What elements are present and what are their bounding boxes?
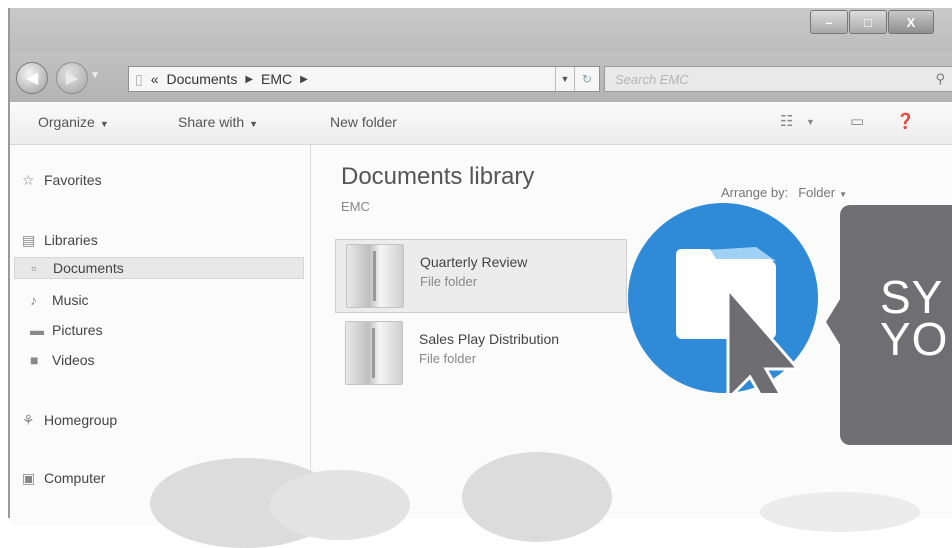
cloud-decoration [760, 492, 920, 532]
maximize-button[interactable]: □ [849, 10, 887, 34]
address-dropdown-button[interactable]: ▼ [555, 67, 574, 91]
library-icon: ▤ [22, 231, 36, 248]
minimize-button[interactable]: – [810, 10, 848, 34]
cloud-decoration [462, 452, 612, 542]
homegroup-icon: ⚘ [22, 411, 35, 428]
share-with-label: Share with [178, 114, 245, 130]
breadcrumb-overflow[interactable]: « [151, 71, 159, 87]
organize-button[interactable]: Organize ▼ [38, 114, 109, 130]
organize-label: Organize [38, 114, 95, 130]
folder-cursor-icon [676, 247, 802, 417]
nav-music-label: Music [52, 292, 89, 308]
chevron-down-icon: ▼ [99, 119, 109, 129]
nav-favorites-label: Favorites [44, 172, 102, 188]
chevron-right-icon[interactable]: ▶ [245, 74, 253, 85]
nav-pictures[interactable]: ▬ Pictures [30, 319, 103, 341]
close-button[interactable]: X [888, 10, 934, 34]
nav-computer[interactable]: ▣ Computer [22, 467, 105, 489]
address-bar[interactable]: ▯ « Documents ▶ EMC ▶ ▼ ↻ [128, 66, 600, 92]
breadcrumb-emc[interactable]: EMC [261, 71, 292, 87]
preview-pane-icon[interactable]: ▭ [850, 112, 864, 130]
nav-music[interactable]: ♪ Music [30, 289, 89, 311]
search-input[interactable]: Search EMC ⚲ [604, 66, 952, 92]
refresh-icon[interactable]: ↻ [574, 67, 599, 91]
nav-favorites[interactable]: ☆ Favorites [22, 169, 102, 191]
file-type: File folder [420, 274, 478, 289]
arrange-value: Folder [798, 185, 836, 200]
document-icon: ▫ [31, 260, 36, 276]
forward-button[interactable]: ▶ [56, 62, 88, 94]
arrange-label: Arrange by: [721, 185, 789, 200]
help-icon[interactable]: ❓ [896, 112, 915, 130]
nav-homegroup-label: Homegroup [44, 412, 118, 428]
file-name: Sales Play Distribution [419, 331, 560, 347]
nav-computer-label: Computer [44, 470, 106, 486]
command-bar: Organize ▼ Share with ▼ New folder ☷ ▼ ▭ ❓ [10, 102, 952, 145]
views-dropdown-icon[interactable]: ▼ [806, 117, 815, 127]
arrange-by: Arrange by: Folder ▼ [721, 185, 847, 200]
title-bar: – □ X [10, 8, 952, 52]
chevron-down-icon: ▼ [249, 119, 259, 129]
chevron-down-icon: ▼ [839, 190, 847, 199]
star-icon: ☆ [22, 171, 35, 188]
library-subtitle: EMC [341, 199, 370, 214]
file-item[interactable]: Sales Play Distribution File folder [335, 317, 625, 389]
folder-icon: ▯ [135, 70, 143, 87]
videos-icon: ■ [30, 352, 39, 368]
search-placeholder: Search EMC [615, 71, 689, 87]
folder-icon [346, 244, 404, 308]
computer-icon: ▣ [22, 469, 36, 486]
breadcrumb-documents[interactable]: Documents [167, 71, 238, 87]
chevron-right-icon[interactable]: ▶ [300, 74, 308, 85]
nav-documents-label: Documents [53, 260, 124, 276]
sync-folder-badge [628, 203, 818, 417]
recent-pages-dropdown[interactable]: ▼ [90, 70, 100, 81]
arrange-dropdown[interactable]: Folder ▼ [798, 185, 847, 200]
music-icon: ♪ [30, 292, 37, 308]
nav-documents[interactable]: ▫ Documents [14, 257, 304, 279]
nav-videos[interactable]: ■ Videos [30, 349, 95, 371]
window-controls: – □ X [810, 10, 934, 34]
search-icon[interactable]: ⚲ [935, 71, 945, 87]
nav-libraries-label: Libraries [44, 232, 98, 248]
back-icon: ◀ [25, 70, 39, 87]
file-type: File folder [419, 351, 477, 366]
share-with-button[interactable]: Share with ▼ [178, 114, 258, 130]
views-icon[interactable]: ☷ [780, 112, 793, 130]
new-folder-button[interactable]: New folder [330, 114, 397, 130]
forward-icon: ▶ [65, 70, 79, 87]
nav-homegroup[interactable]: ⚘ Homegroup [22, 409, 117, 431]
nav-libraries[interactable]: ▤ Libraries [22, 229, 98, 251]
library-title: Documents library [341, 163, 535, 190]
folder-icon [345, 321, 403, 385]
cloud-decoration [270, 470, 410, 540]
nav-pictures-label: Pictures [52, 322, 103, 338]
back-button[interactable]: ◀ [16, 62, 48, 94]
file-item[interactable]: Quarterly Review File folder [335, 239, 627, 313]
pictures-icon: ▬ [30, 322, 44, 338]
file-name: Quarterly Review [420, 254, 528, 270]
promo-callout-text: SY YO [880, 271, 949, 365]
address-row: ◀ ▶ ▼ ▯ « Documents ▶ EMC ▶ ▼ ↻ Search E… [10, 52, 952, 102]
nav-videos-label: Videos [52, 352, 95, 368]
